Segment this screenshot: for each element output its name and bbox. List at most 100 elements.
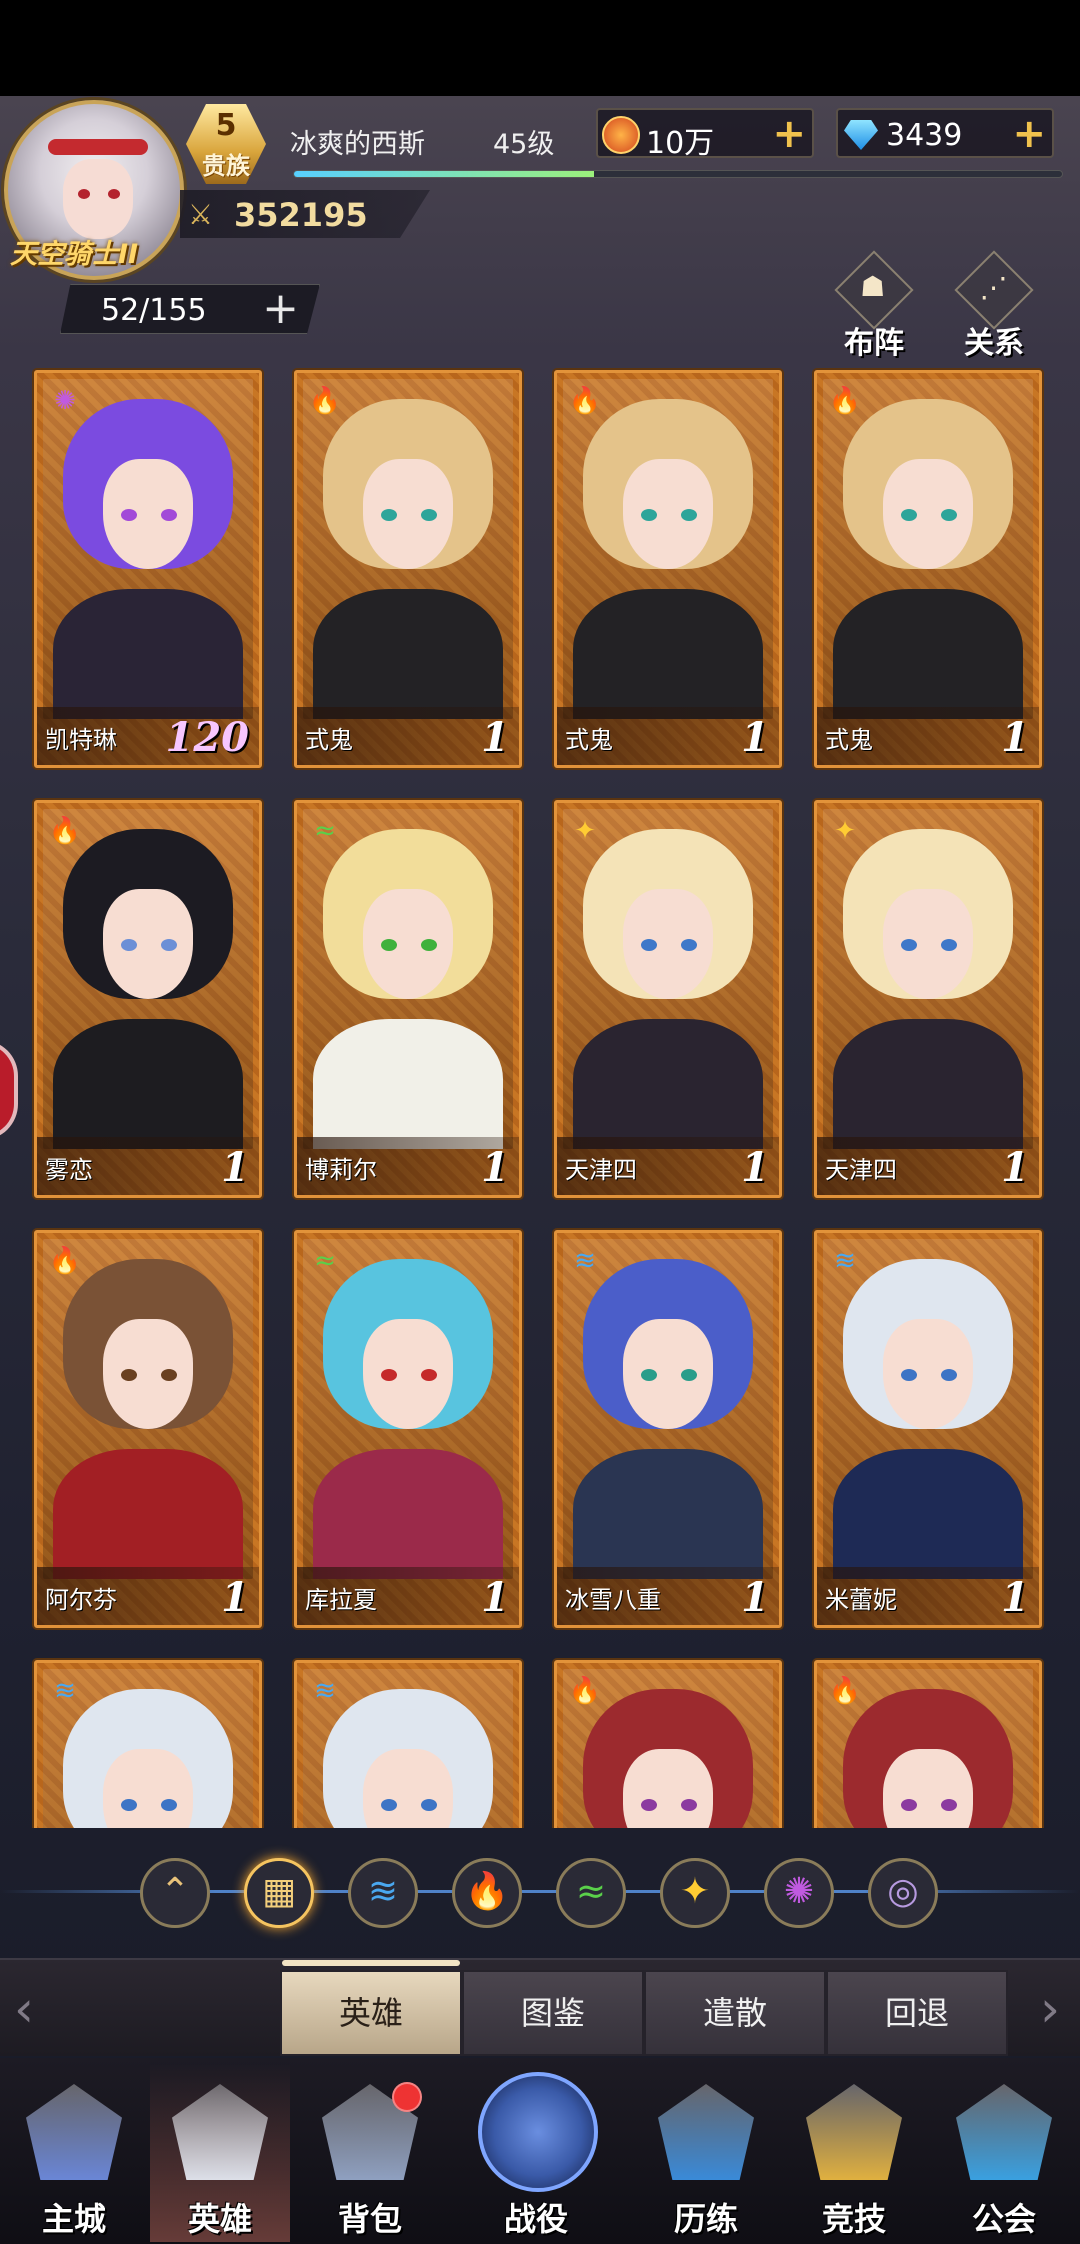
- nav-backpack[interactable]: 背包: [300, 2064, 440, 2242]
- tab-dismiss[interactable]: 遣散: [644, 1970, 826, 2056]
- add-gems-button[interactable]: +: [1012, 112, 1046, 156]
- guild-icon: [956, 2084, 1052, 2180]
- hero-grid: ✺ 凯特琳 120 🔥 式鬼 1 🔥 式鬼 1 🔥 式鬼 1 🔥 雾恋 1 ≈ …: [0, 368, 1080, 1828]
- filter-chaos-icon[interactable]: ◎: [868, 1858, 938, 1928]
- hero-name: 天津四: [565, 1156, 637, 1184]
- tab-prev-arrow-icon[interactable]: ‹: [14, 1980, 34, 2038]
- hero-card[interactable]: ≋: [294, 1660, 522, 1828]
- hero-card[interactable]: ≈ 库拉夏 1: [294, 1230, 522, 1628]
- coin-counter: 10万 +: [596, 108, 814, 161]
- gem-icon: [842, 116, 880, 154]
- combat-power-value: 352195: [234, 196, 368, 234]
- formation-label: 布阵: [844, 326, 904, 361]
- hero-level: 1: [221, 1574, 249, 1621]
- filter-dark-icon[interactable]: ✺: [764, 1858, 834, 1928]
- water-element-icon: ≋: [314, 1676, 336, 1706]
- nav-label: 公会: [971, 2200, 1036, 2238]
- gem-counter: 3439 +: [836, 108, 1054, 158]
- relations-button[interactable]: ⋰ 关系: [946, 250, 1042, 362]
- hero-icon: [172, 2084, 268, 2180]
- hero-card[interactable]: 🔥: [554, 1660, 782, 1828]
- hero-level: 1: [741, 1144, 769, 1191]
- hero-name: 冰雪八重: [565, 1586, 661, 1614]
- filter-wind-icon[interactable]: ≈: [556, 1858, 626, 1928]
- light-element-icon: ✦: [834, 816, 856, 846]
- hero-card[interactable]: 🔥: [814, 1660, 1042, 1828]
- hero-name: 米蕾妮: [825, 1586, 897, 1614]
- fire-element-icon: 🔥: [308, 386, 342, 416]
- status-bar: [0, 0, 1080, 96]
- hero-card[interactable]: ✦ 天津四 1: [554, 800, 782, 1198]
- nav-hero[interactable]: 英雄: [150, 2064, 290, 2242]
- hero-card[interactable]: ≈ 博莉尔 1: [294, 800, 522, 1198]
- element-filter-bar: ⌃ ▦ ≋ 🔥 ≈ ✦ ✺ ◎: [0, 1852, 1080, 1932]
- hero-card[interactable]: ≋ 冰雪八重 1: [554, 1230, 782, 1628]
- hero-card[interactable]: ≋: [34, 1660, 262, 1828]
- hero-card[interactable]: 🔥 阿尔芬 1: [34, 1230, 262, 1628]
- hero-card[interactable]: 🔥 式鬼 1: [554, 370, 782, 768]
- hero-portrait: [43, 379, 253, 719]
- hero-card[interactable]: ≋ 米蕾妮 1: [814, 1230, 1042, 1628]
- hero-card[interactable]: 🔥 式鬼 1: [294, 370, 522, 768]
- add-coins-button[interactable]: +: [772, 112, 806, 156]
- castle-icon: [26, 2084, 122, 2180]
- filter-all-icon[interactable]: ▦: [244, 1858, 314, 1928]
- tab-codex[interactable]: 图鉴: [462, 1970, 644, 2056]
- battle-icon: [478, 2072, 598, 2192]
- hero-name: 天津四: [825, 1156, 897, 1184]
- hero-card[interactable]: 🔥 式鬼 1: [814, 370, 1042, 768]
- hero-level: 1: [1001, 1574, 1029, 1621]
- filter-fire-icon[interactable]: 🔥: [452, 1858, 522, 1928]
- vip-badge[interactable]: 5 贵族: [186, 104, 266, 184]
- nav-castle[interactable]: 主城: [4, 2064, 144, 2242]
- hero-level: 1: [481, 714, 509, 761]
- xp-progress-bar: [293, 170, 1063, 178]
- hero-portrait: [563, 1239, 773, 1579]
- hero-name: 式鬼: [825, 726, 873, 754]
- hero-level: 1: [221, 1144, 249, 1191]
- fire-element-icon: 🔥: [568, 1676, 602, 1706]
- hero-card[interactable]: ✺ 凯特琳 120: [34, 370, 262, 768]
- hero-portrait: [43, 1239, 253, 1579]
- xp-progress-fill: [294, 171, 594, 177]
- hero-card[interactable]: ✦ 天津四 1: [814, 800, 1042, 1198]
- hero-level: 1: [481, 1574, 509, 1621]
- filter-rank-up-icon[interactable]: ⌃: [140, 1858, 210, 1928]
- formation-button[interactable]: ☗ 布阵: [826, 250, 922, 362]
- hero-portrait: [303, 809, 513, 1149]
- hero-card[interactable]: 🔥 雾恋 1: [34, 800, 262, 1198]
- nav-arena[interactable]: 竞技: [784, 2064, 924, 2242]
- tab-next-arrow-icon[interactable]: ›: [1040, 1980, 1060, 2038]
- fire-element-icon: 🔥: [48, 816, 82, 846]
- nav-training[interactable]: 历练: [636, 2064, 776, 2242]
- hero-level: 1: [1001, 1144, 1029, 1191]
- nav-label: 主城: [41, 2200, 106, 2238]
- hero-level: 1: [741, 714, 769, 761]
- water-element-icon: ≋: [574, 1246, 596, 1276]
- tab-heroes[interactable]: 英雄: [280, 1960, 462, 2056]
- nav-battle[interactable]: 战役: [466, 2064, 606, 2242]
- bottom-navigation: 主城 英雄 背包 战役 历练 竞技 公会: [0, 2058, 1080, 2244]
- hero-name: 式鬼: [305, 726, 353, 754]
- notification-badge: [392, 2082, 422, 2112]
- nav-guild[interactable]: 公会: [934, 2064, 1074, 2242]
- hero-level: 1: [741, 1574, 769, 1621]
- vip-label: 贵族: [202, 152, 250, 180]
- hero-name: 博莉尔: [305, 1156, 377, 1184]
- training-icon: [658, 2084, 754, 2180]
- fire-element-icon: 🔥: [568, 386, 602, 416]
- gem-value: 3439: [886, 118, 963, 153]
- fire-element-icon: 🔥: [48, 1246, 82, 1276]
- filter-water-icon[interactable]: ≋: [348, 1858, 418, 1928]
- filter-light-icon[interactable]: ✦: [660, 1858, 730, 1928]
- hero-portrait: [303, 1239, 513, 1579]
- tab-revert[interactable]: 回退: [826, 1970, 1008, 2056]
- hero-tab-strip: ‹ 英雄 图鉴 遣散 回退 ›: [0, 1958, 1080, 2056]
- vip-level: 5: [215, 108, 237, 143]
- nav-label: 历练: [673, 2200, 738, 2238]
- relations-label: 关系: [964, 326, 1024, 361]
- hero-portrait: [563, 379, 773, 719]
- hero-portrait: [823, 809, 1033, 1149]
- hero-slot-counter: 52/155 +: [60, 284, 320, 334]
- expand-slots-button[interactable]: +: [262, 285, 299, 333]
